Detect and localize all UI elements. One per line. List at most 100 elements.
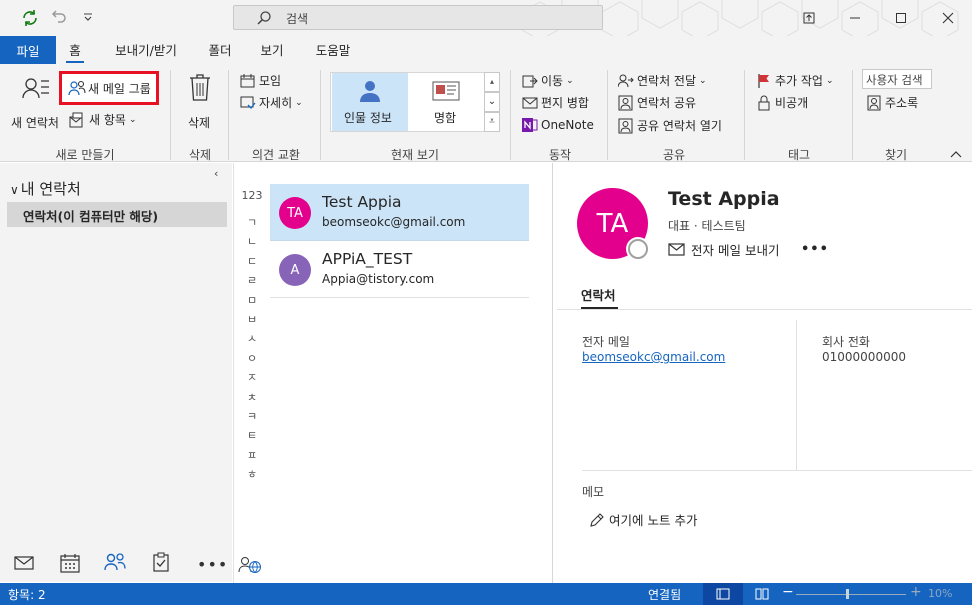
- contact-name: APPiA_TEST: [322, 250, 413, 268]
- my-contacts-label: 내 연락처: [20, 180, 81, 198]
- address-book-icon: [866, 95, 882, 111]
- tab-help[interactable]: 도움말: [304, 40, 362, 64]
- new-contact-label: 새 연락처: [11, 116, 59, 130]
- forward-contact-icon: [618, 73, 634, 89]
- reading-view-icon[interactable]: [755, 588, 769, 600]
- collapse-ribbon-icon[interactable]: [950, 150, 962, 158]
- view-people-button[interactable]: 인물 정보: [332, 73, 408, 131]
- divider: [607, 70, 608, 160]
- send-email-button[interactable]: 전자 메일 보내기: [668, 240, 779, 259]
- more-apps-icon[interactable]: •••: [197, 555, 228, 574]
- alphabet-index-item[interactable]: ㄴ: [234, 233, 270, 249]
- alphabet-index-item[interactable]: ㅍ: [234, 447, 270, 463]
- search-people-input[interactable]: 사용자 검색: [862, 69, 932, 89]
- alphabet-index-item[interactable]: ㅅ: [234, 330, 270, 346]
- tab-folder[interactable]: 폴더: [198, 40, 242, 64]
- calendar-icon[interactable]: [60, 553, 80, 573]
- open-shared-contacts-label: 공유 연락처 열기: [637, 119, 722, 133]
- avatar: TA: [279, 197, 311, 229]
- new-contact-group-button[interactable]: 새 메일 그룹: [59, 71, 159, 105]
- close-icon[interactable]: [924, 0, 972, 36]
- group-label-tags: 태그: [787, 148, 811, 162]
- group-label-current-view: 현재 보기: [391, 148, 439, 162]
- tab-view[interactable]: 보기: [250, 40, 294, 64]
- alphabet-index-item[interactable]: ㄷ: [234, 253, 270, 269]
- move-button[interactable]: 이동 ⌄: [522, 72, 574, 89]
- meeting-button[interactable]: 모임: [240, 72, 281, 89]
- onenote-button[interactable]: OneNote: [522, 117, 594, 133]
- tab-home-underline: [66, 61, 84, 63]
- forward-contact-button[interactable]: 연락처 전달 ⌄: [618, 72, 707, 89]
- chevron-down-icon: ⌄: [699, 75, 707, 86]
- folder-item-contacts[interactable]: 연락처(이 컴퓨터만 해당): [7, 202, 227, 227]
- address-book-label: 주소록: [885, 96, 919, 110]
- alphabet-index-item[interactable]: ㅌ: [234, 427, 270, 443]
- minimize-icon[interactable]: [832, 0, 878, 36]
- tab-contact[interactable]: 연락처: [581, 285, 618, 309]
- mail-merge-label: 편지 병합: [541, 96, 589, 110]
- more-button[interactable]: 자세히 ⌄: [240, 94, 303, 111]
- tasks-icon[interactable]: [152, 552, 170, 572]
- new-items-button[interactable]: 새 항목 ⌄: [68, 111, 136, 128]
- mail-icon[interactable]: [14, 555, 34, 571]
- view-business-card-button[interactable]: 명함: [410, 73, 482, 131]
- search-placeholder: 검색: [286, 12, 309, 26]
- sync-icon[interactable]: [20, 8, 40, 28]
- alphabet-index-item[interactable]: ㅁ: [234, 292, 270, 308]
- avatar: A: [279, 254, 311, 286]
- collapse-pane-icon[interactable]: ‹: [214, 167, 218, 180]
- new-contact-button[interactable]: 새 연락처: [8, 74, 66, 134]
- quick-access-dropdown-icon[interactable]: [82, 11, 94, 23]
- gallery-scroll-up-icon[interactable]: ▴: [484, 72, 500, 92]
- zoom-in-button[interactable]: +: [910, 584, 922, 600]
- tab-file[interactable]: 파일: [0, 36, 56, 64]
- follow-up-button[interactable]: 추가 작업 ⌄: [756, 72, 834, 89]
- mail-merge-button[interactable]: 편지 병합: [522, 94, 589, 111]
- undo-icon[interactable]: [50, 8, 68, 26]
- maximize-icon[interactable]: [878, 0, 924, 36]
- zoom-out-button[interactable]: −: [782, 584, 794, 600]
- contact-subtitle: 대표 · 테스트팀: [668, 219, 746, 233]
- gallery-scroll-down-icon[interactable]: ⌄: [484, 92, 500, 112]
- tab-send-receive[interactable]: 보내기/받기: [104, 40, 188, 64]
- alphabet-index-item[interactable]: ㅂ: [234, 311, 270, 327]
- alphabet-index-item[interactable]: ㅈ: [234, 369, 270, 385]
- phone-label: 회사 전화: [822, 335, 870, 349]
- email-link[interactable]: beomseokc@gmail.com: [582, 350, 725, 364]
- zoom-slider[interactable]: [796, 589, 906, 599]
- people-icon[interactable]: [104, 552, 126, 572]
- title-bar: 검색: [0, 0, 972, 36]
- search-box[interactable]: 검색: [233, 5, 603, 30]
- folder-item-label: 연락처(이 컴퓨터만 해당): [23, 209, 159, 224]
- ribbon-display-options-icon[interactable]: [786, 0, 832, 36]
- mail-merge-icon: [522, 95, 538, 111]
- more-options-button[interactable]: •••: [801, 242, 829, 257]
- trash-icon: [188, 72, 212, 102]
- mail-icon: [668, 243, 685, 256]
- new-items-label: 새 항목: [89, 113, 126, 127]
- normal-view-icon[interactable]: [703, 583, 743, 605]
- gallery-expand-icon[interactable]: ⩡: [484, 112, 500, 132]
- my-contacts-header[interactable]: ∨ 내 연락처: [10, 178, 81, 199]
- add-note-button[interactable]: 여기에 노트 추가: [589, 510, 697, 529]
- avatar-initials: TA: [596, 208, 629, 239]
- delete-button[interactable]: 삭제: [178, 72, 222, 132]
- avatar-initials: A: [290, 262, 300, 278]
- list-item[interactable]: A APPiA_TEST Appia@tistory.com: [270, 241, 529, 298]
- zoom-thumb[interactable]: [846, 589, 849, 599]
- alphabet-index-item[interactable]: ㄹ: [234, 272, 270, 288]
- phone-value[interactable]: 01000000000: [822, 350, 906, 364]
- alphabet-index-item[interactable]: ㅊ: [234, 389, 270, 405]
- alphabet-index-item[interactable]: ㅋ: [234, 408, 270, 424]
- address-book-button[interactable]: 주소록: [866, 94, 918, 111]
- alphabet-index-item[interactable]: ㅎ: [234, 466, 270, 482]
- open-shared-contacts-button[interactable]: 공유 연락처 열기: [618, 117, 722, 134]
- alphabet-index-item[interactable]: ㅇ: [234, 350, 270, 366]
- share-contacts-button[interactable]: 연락처 공유: [618, 94, 696, 111]
- alphabet-index-item[interactable]: 123: [234, 189, 270, 202]
- directory-search-icon[interactable]: [238, 556, 262, 574]
- private-button[interactable]: 비공개: [756, 94, 808, 111]
- alphabet-index-item[interactable]: ㄱ: [234, 214, 270, 230]
- tab-home[interactable]: 홈: [58, 40, 92, 64]
- list-item[interactable]: TA Test Appia beomseokc@gmail.com: [270, 184, 529, 241]
